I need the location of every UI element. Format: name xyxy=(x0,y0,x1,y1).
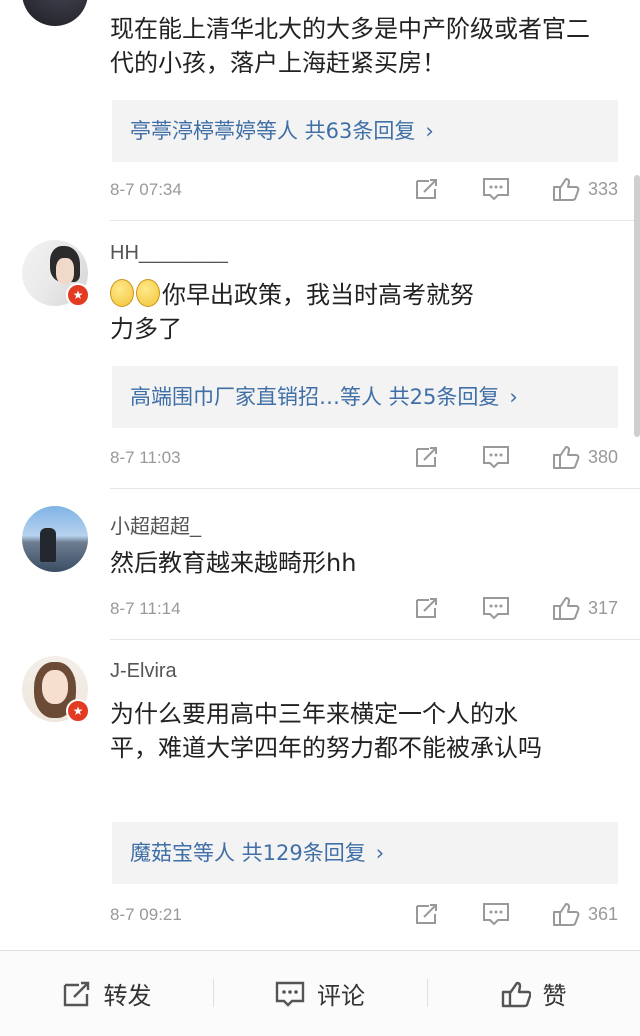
username[interactable]: HH________ xyxy=(110,242,228,265)
comment-time: 8-7 11:03 xyxy=(110,448,181,467)
comment-icon[interactable] xyxy=(482,902,510,926)
verified-badge-icon: ★ xyxy=(66,283,90,307)
chevron-right-icon: › xyxy=(375,841,385,865)
thumbs-up-icon[interactable] xyxy=(552,176,580,202)
forward-icon[interactable] xyxy=(414,445,440,469)
divider xyxy=(110,220,640,221)
replies-label: 亭葶渟楟葶婷等人 共63条回复 xyxy=(130,119,416,143)
divider xyxy=(110,639,640,640)
username[interactable]: 小超超超_ xyxy=(110,510,201,539)
comment-meta: 8-7 07:34 333 xyxy=(110,178,618,206)
thumbs-up-icon[interactable] xyxy=(552,901,580,927)
replies-link[interactable]: 高端围巾厂家直销招…等人 共25条回复 › xyxy=(112,366,618,428)
verified-badge-icon: ★ xyxy=(66,699,90,723)
comment-icon xyxy=(275,981,305,1007)
comment-actions: 317 xyxy=(414,595,618,621)
comment-icon[interactable] xyxy=(482,596,510,620)
comment-time: 8-7 07:34 xyxy=(110,180,182,199)
replies-label: 高端围巾厂家直销招…等人 共25条回复 xyxy=(130,385,500,409)
comment-button[interactable]: 评论 xyxy=(213,951,427,1036)
like-count: 317 xyxy=(587,597,618,618)
like-button[interactable]: 赞 xyxy=(427,951,640,1036)
comment-meta: 8-7 09:21 361 xyxy=(110,903,618,931)
chevron-right-icon: › xyxy=(509,385,518,409)
thumbs-up-icon[interactable] xyxy=(552,444,580,470)
chevron-right-icon: › xyxy=(425,119,434,143)
replies-label: 魔菇宝等人 共129条回复 xyxy=(130,841,366,865)
like-count: 380 xyxy=(587,446,618,467)
forward-icon[interactable] xyxy=(414,177,440,201)
comment-icon[interactable] xyxy=(482,445,510,469)
emoji-icon xyxy=(136,279,160,307)
comment-actions: 380 xyxy=(414,444,618,470)
comment-time: 8-7 11:14 xyxy=(110,599,181,618)
user-avatar[interactable] xyxy=(22,506,88,572)
replies-link[interactable]: 亭葶渟楟葶婷等人 共63条回复 › xyxy=(112,100,618,162)
forward-icon xyxy=(63,981,89,1006)
thumbs-up-icon xyxy=(501,981,531,1007)
emoji-icon xyxy=(110,279,134,307)
username[interactable]: J-Elvira xyxy=(110,660,177,683)
comment-text: 现在能上清华北大的大多是中产阶级或者官二代的小孩，落户上海赶紧买房！ xyxy=(110,15,590,77)
comment-meta: 8-7 11:14 317 xyxy=(110,597,618,625)
comment-text: 你早出政策，我当时高考就努力多了 xyxy=(110,279,474,343)
comment-meta: 8-7 11:03 380 xyxy=(110,446,618,474)
replies-link[interactable]: 魔菇宝等人 共129条回复 › xyxy=(112,822,618,884)
comment-label: 评论 xyxy=(317,982,365,1010)
like-label: 赞 xyxy=(542,982,567,1010)
forward-icon[interactable] xyxy=(414,596,440,620)
bottom-action-bar: 转发 评论 赞 xyxy=(0,950,640,1036)
comment-text: 为什么要用高中三年来横定一个人的水平，难道大学四年的努力都不能被承认吗 xyxy=(110,700,542,762)
user-avatar[interactable] xyxy=(22,0,88,26)
forward-button[interactable]: 转发 xyxy=(0,951,213,1036)
comment-icon[interactable] xyxy=(482,177,510,201)
comment-text: 然后教育越来越畸形hh xyxy=(110,549,357,577)
like-count: 333 xyxy=(587,178,618,199)
comment-actions: 333 xyxy=(414,176,618,202)
comment-time: 8-7 09:21 xyxy=(110,905,182,924)
scrollbar[interactable] xyxy=(634,175,640,437)
thumbs-up-icon[interactable] xyxy=(552,595,580,621)
like-count: 361 xyxy=(587,903,618,924)
divider xyxy=(110,488,640,489)
forward-icon[interactable] xyxy=(414,902,440,926)
forward-label: 转发 xyxy=(103,982,152,1010)
comment-actions: 361 xyxy=(414,901,618,927)
